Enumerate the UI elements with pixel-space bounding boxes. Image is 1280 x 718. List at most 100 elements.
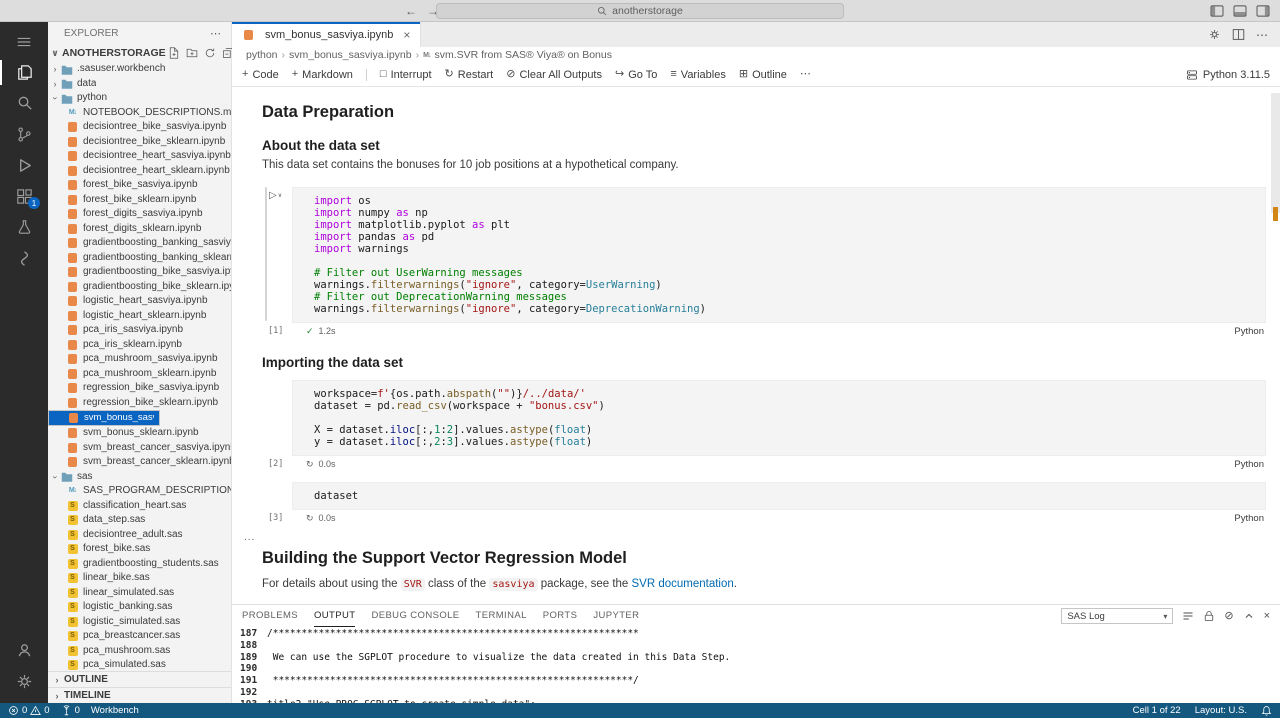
tab-svm-bonus-sasviya[interactable]: svm_bonus_sasviya.ipynb × — [232, 22, 421, 47]
clear-all-outputs-button[interactable]: ⊘ Clear All Outputs — [506, 69, 602, 81]
split-editor-icon[interactable] — [1232, 28, 1245, 41]
tree-file-pca_mushroom_sasviya.ipynb[interactable]: pca_mushroom_sasviya.ipynb — [48, 352, 231, 367]
tree-file-gradientboosting_bike_sasviya.ipynb[interactable]: gradientboosting_bike_sasviya.ipynb — [48, 265, 231, 280]
panel-tab-ports[interactable]: PORTS — [543, 605, 578, 627]
tree-file-svm_breast_cancer_sasviya.ipynb[interactable]: svm_breast_cancer_sasviya.ipynb — [48, 441, 231, 456]
close-panel-icon[interactable]: × — [1264, 611, 1270, 622]
tree-file-decisiontree_heart_sasviya.ipynb[interactable]: decisiontree_heart_sasviya.ipynb — [48, 149, 231, 164]
tree-file-svm_breast_cancer_sklearn.ipynb[interactable]: svm_breast_cancer_sklearn.ipynb — [48, 455, 231, 470]
cell-editor[interactable]: import osimport numpy as npimport matplo… — [292, 187, 1266, 323]
tree-file-svm_bonus_sklearn.ipynb[interactable]: svm_bonus_sklearn.ipynb — [48, 426, 231, 441]
activity-run-debug[interactable] — [0, 150, 48, 181]
output-lines[interactable]: 187/************************************… — [232, 627, 1280, 703]
breadcrumb-item[interactable]: python — [246, 49, 278, 61]
workbench-status[interactable]: Workbench — [91, 705, 139, 716]
tree-file-pca_mushroom.sas[interactable]: Spca_mushroom.sas — [48, 644, 231, 659]
tree-file-forest_bike_sasviya.ipynb[interactable]: forest_bike_sasviya.ipynb — [48, 178, 231, 193]
problems-status[interactable]: 0 0 — [8, 705, 50, 716]
bell-icon[interactable] — [1261, 705, 1272, 716]
more-actions-icon[interactable]: ⋯ — [1256, 28, 1268, 42]
tree-file-NOTEBOOK_DESCRIPTIONS.md[interactable]: M↓NOTEBOOK_DESCRIPTIONS.md — [48, 106, 231, 121]
tree-file-regression_bike_sklearn.ipynb[interactable]: regression_bike_sklearn.ipynb — [48, 396, 231, 411]
tree-file-pca_iris_sasviya.ipynb[interactable]: pca_iris_sasviya.ipynb — [48, 323, 231, 338]
output-channel-select[interactable]: SAS Log ▾ — [1061, 608, 1173, 624]
tree-file-gradientboosting_banking_sasviya.i...[interactable]: gradientboosting_banking_sasviya.i... — [48, 236, 231, 251]
breadcrumb-item[interactable]: svm.SVR from SAS® Viya® on Bonus — [434, 49, 612, 61]
maximize-panel-icon[interactable] — [1243, 610, 1255, 622]
activity-source-control[interactable] — [0, 119, 48, 150]
workspace-section-header[interactable]: ∨ ANOTHERSTORAGE — [48, 44, 231, 62]
code-cell[interactable]: [2]workspace=f'{os.path.abspath("")}/../… — [262, 380, 1266, 472]
tree-file-forest_digits_sasviya.ipynb[interactable]: forest_digits_sasviya.ipynb — [48, 207, 231, 222]
tree-file-logistic_heart_sasviya.ipynb[interactable]: logistic_heart_sasviya.ipynb — [48, 294, 231, 309]
tree-file-gradientboosting_students.sas[interactable]: Sgradientboosting_students.sas — [48, 557, 231, 572]
tree-file-pca_mushroom_sklearn.ipynb[interactable]: pca_mushroom_sklearn.ipynb — [48, 367, 231, 382]
cell-editor[interactable]: dataset — [292, 482, 1266, 510]
tree-file-gradientboosting_banking_sklearn.ip...[interactable]: gradientboosting_banking_sklearn.ip... — [48, 251, 231, 266]
close-tab-icon[interactable]: × — [403, 28, 410, 42]
cell-indicator[interactable]: Cell 1 of 22 — [1133, 705, 1181, 716]
toggle-secondary-sidebar-icon[interactable] — [1256, 5, 1270, 17]
cell-language-picker[interactable]: Python — [1234, 513, 1266, 524]
tree-file-logistic_heart_sklearn.ipynb[interactable]: logistic_heart_sklearn.ipynb — [48, 309, 231, 324]
variables-button[interactable]: ≡ Variables — [670, 69, 725, 81]
collapsed-cells-indicator[interactable]: ... — [244, 532, 1266, 543]
code-cell[interactable]: [3]dataset↻0.0sPython — [262, 482, 1266, 526]
kernel-picker[interactable]: Python 3.11.5 — [1186, 69, 1270, 81]
tree-file-regression_bike_sasviya.ipynb[interactable]: regression_bike_sasviya.ipynb — [48, 381, 231, 396]
interrupt-button[interactable]: □ Interrupt — [380, 69, 432, 81]
tree-file-forest_bike_sklearn.ipynb[interactable]: forest_bike_sklearn.ipynb — [48, 193, 231, 208]
refresh-icon[interactable] — [204, 47, 216, 59]
ports-status[interactable]: 0 — [61, 705, 80, 716]
tree-file-pca_simulated.sas[interactable]: Spca_simulated.sas — [48, 658, 231, 671]
tree-file-decisiontree_adult.sas[interactable]: Sdecisiontree_adult.sas — [48, 528, 231, 543]
tree-file-gradientboosting_bike_sklearn.ipynb[interactable]: gradientboosting_bike_sklearn.ipynb — [48, 280, 231, 295]
code-cell[interactable]: ▷∨[1]import osimport numpy as npimport m… — [262, 187, 1266, 339]
cell-language-picker[interactable]: Python — [1234, 326, 1266, 337]
toolbar-more-icon[interactable]: ⋯ — [800, 69, 811, 80]
tree-file-logistic_banking.sas[interactable]: Slogistic_banking.sas — [48, 600, 231, 615]
nav-back-button[interactable]: ← — [405, 4, 417, 18]
tree-file-decisiontree_bike_sasviya.ipynb[interactable]: decisiontree_bike_sasviya.ipynb — [48, 120, 231, 135]
tree-file-forest_digits_sklearn.ipynb[interactable]: forest_digits_sklearn.ipynb — [48, 222, 231, 237]
layout-indicator[interactable]: Layout: U.S. — [1195, 705, 1247, 716]
tree-file-logistic_simulated.sas[interactable]: Slogistic_simulated.sas — [48, 615, 231, 630]
tree-file-decisiontree_bike_sklearn.ipynb[interactable]: decisiontree_bike_sklearn.ipynb — [48, 135, 231, 150]
toggle-panel-icon[interactable] — [1233, 5, 1247, 17]
scrollbar-thumb[interactable] — [1271, 93, 1280, 213]
menu-button[interactable] — [0, 26, 48, 57]
notebook-settings-icon[interactable] — [1208, 28, 1221, 41]
add-code-cell-button[interactable]: + Code — [242, 69, 279, 81]
cell-language-picker[interactable]: Python — [1234, 459, 1266, 470]
add-markdown-cell-button[interactable]: + Markdown — [292, 69, 353, 81]
tree-file-linear_bike.sas[interactable]: Slinear_bike.sas — [48, 571, 231, 586]
panel-tab-jupyter[interactable]: JUPYTER — [593, 605, 639, 627]
panel-tab-debug-console[interactable]: DEBUG CONSOLE — [371, 605, 459, 627]
tree-folder-python[interactable]: ›python — [48, 91, 231, 106]
accounts-button[interactable] — [0, 635, 48, 666]
outline-section[interactable]: › OUTLINE — [48, 671, 231, 687]
toggle-primary-sidebar-icon[interactable] — [1210, 5, 1224, 17]
panel-tab-terminal[interactable]: TERMINAL — [476, 605, 527, 627]
breadcrumb-item[interactable]: svm_bonus_sasviya.ipynb — [289, 49, 412, 61]
tree-file-forest_bike.sas[interactable]: Sforest_bike.sas — [48, 542, 231, 557]
activity-extensions[interactable]: 1 — [0, 181, 48, 212]
doc-link[interactable]: SVR documentation — [632, 578, 734, 590]
restart-button[interactable]: ↻ Restart — [445, 69, 494, 81]
lock-scroll-icon[interactable] — [1203, 610, 1215, 622]
manage-button[interactable] — [0, 666, 48, 697]
cell-editor[interactable]: workspace=f'{os.path.abspath("")}/../dat… — [292, 380, 1266, 456]
go-to-button[interactable]: ↪ Go To — [615, 69, 657, 81]
explorer-more-actions-icon[interactable]: ⋯ — [210, 27, 221, 40]
tree-file-pca_iris_sklearn.ipynb[interactable]: pca_iris_sklearn.ipynb — [48, 338, 231, 353]
panel-tab-output[interactable]: OUTPUT — [314, 605, 355, 627]
tree-file-data_step.sas[interactable]: Sdata_step.sas — [48, 513, 231, 528]
tree-folder-.sasuser.workbench[interactable]: ›.sasuser.workbench — [48, 62, 231, 77]
tree-folder-data[interactable]: ›data — [48, 77, 231, 92]
activity-sas-extension[interactable] — [0, 243, 48, 274]
outline-button[interactable]: ⊞ Outline — [739, 69, 787, 81]
tree-file-linear_simulated.sas[interactable]: Slinear_simulated.sas — [48, 586, 231, 601]
command-center-search[interactable]: anotherstorage — [436, 3, 844, 19]
tree-folder-sas[interactable]: ›sas — [48, 470, 231, 485]
panel-tab-problems[interactable]: PROBLEMS — [242, 605, 298, 627]
